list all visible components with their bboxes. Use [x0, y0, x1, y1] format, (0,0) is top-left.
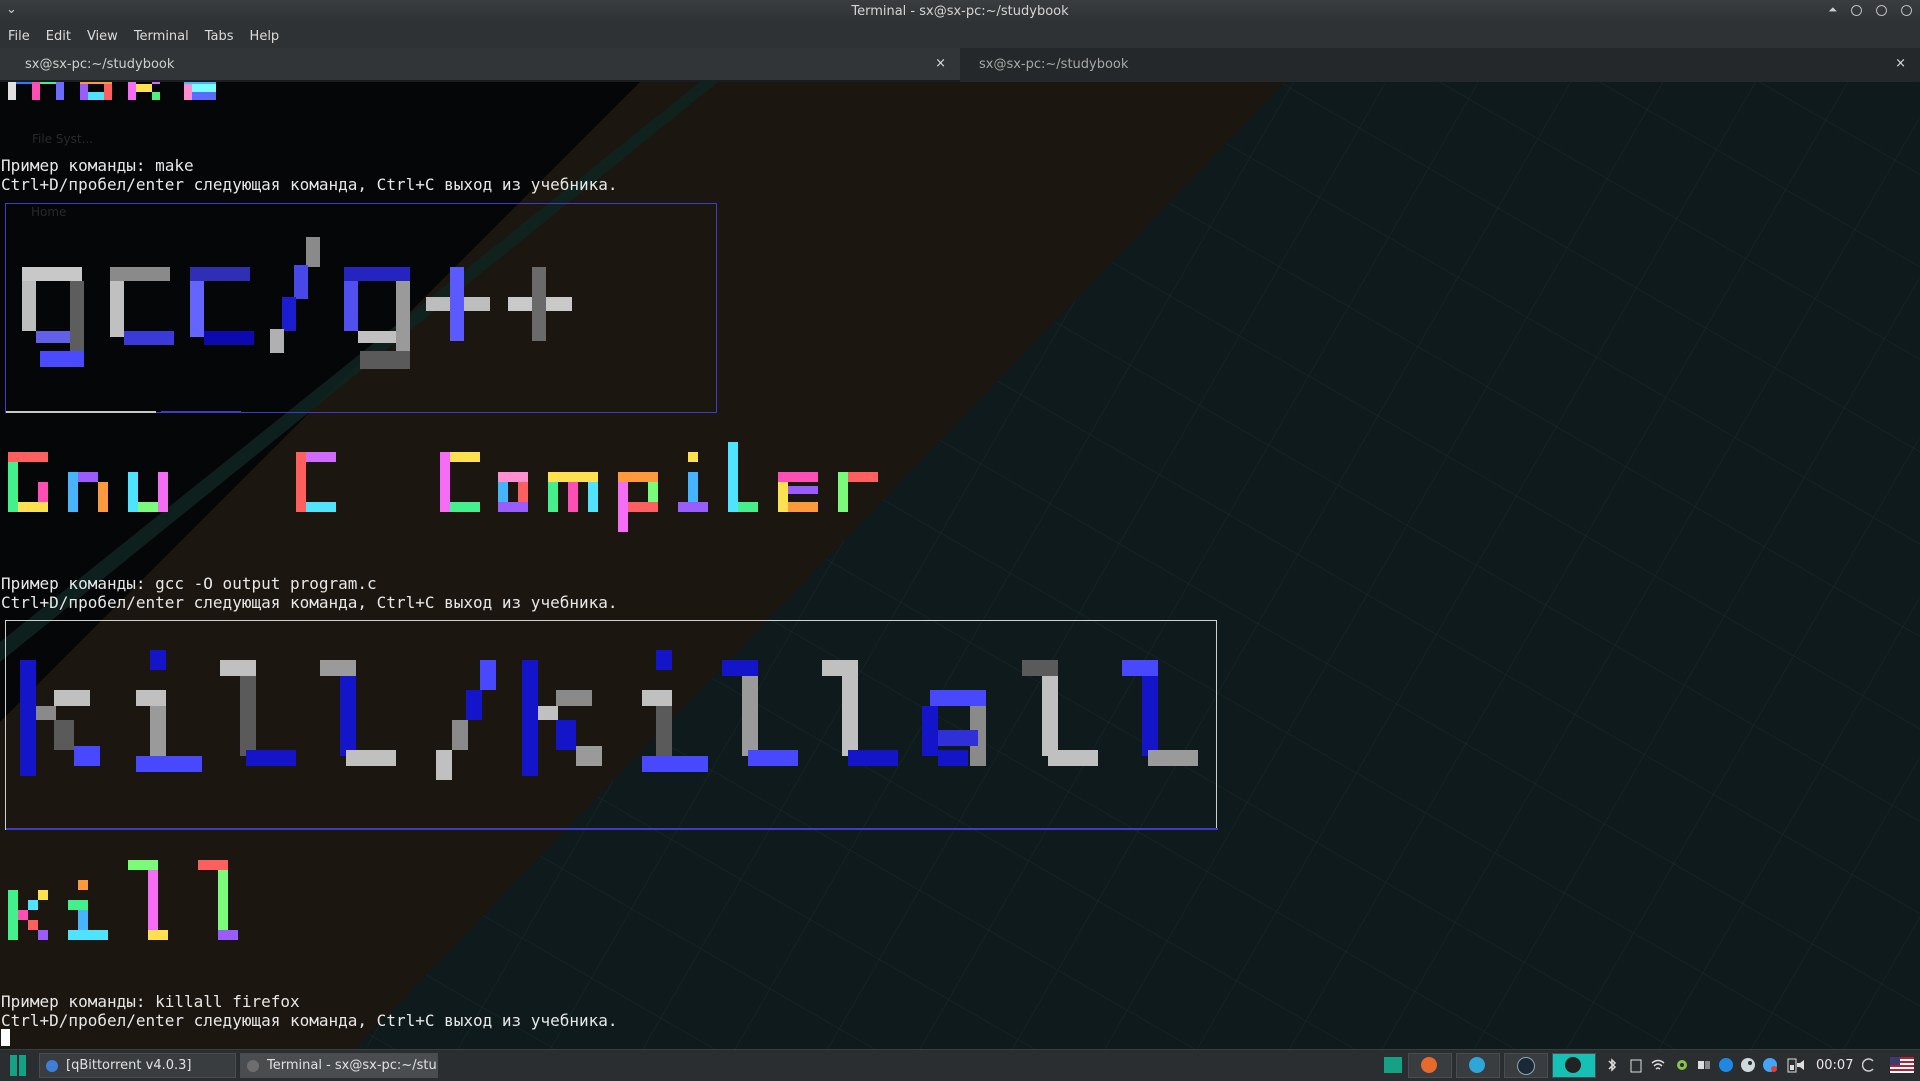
wifi-icon[interactable] — [1650, 1057, 1666, 1073]
close-window-button[interactable] — [1901, 4, 1912, 16]
menu-help[interactable]: Help — [242, 29, 288, 44]
terminal-icon — [247, 1060, 259, 1072]
start-menu-icon[interactable] — [10, 1055, 26, 1076]
banner-kill — [8, 860, 238, 940]
chat-notification-icon[interactable] — [1762, 1057, 1778, 1073]
terminal-line: Ctrl+D/пробел/enter следующая команда, C… — [1, 593, 618, 612]
tab-2-label: sx@sx-pc:~/studybook — [979, 57, 1129, 72]
menu-tabs[interactable]: Tabs — [197, 29, 242, 44]
task-qbittorrent[interactable]: [qBittorrent v4.0.3] — [39, 1053, 236, 1078]
logout-icon[interactable] — [1861, 1057, 1878, 1073]
terminal-line: Ctrl+D/пробел/enter следующая команда, C… — [1, 1011, 618, 1030]
terminal-line: Пример команды: gcc -O output program.c — [1, 574, 377, 593]
banner-kill-killall — [20, 650, 1198, 780]
terminal-icon — [1565, 1057, 1581, 1073]
workspace-icon[interactable] — [1384, 1057, 1402, 1073]
us-flag-icon[interactable] — [1890, 1057, 1914, 1073]
terminal-line: Пример команды: make — [1, 156, 194, 175]
task-terminal[interactable]: Terminal - sx@sx-pc:~/stud... — [240, 1053, 438, 1078]
tray-terminal[interactable] — [1552, 1053, 1596, 1078]
firefox-icon — [1421, 1057, 1437, 1073]
terminal-line: Пример команды: killall firefox — [1, 992, 300, 1011]
settings-gear-icon[interactable] — [1674, 1057, 1690, 1073]
tray-steam[interactable] — [1504, 1053, 1548, 1078]
box-border-segment — [6, 411, 156, 413]
close-icon[interactable]: × — [1895, 56, 1906, 71]
tab-2[interactable]: sx@sx-pc:~/studybook × — [960, 48, 1920, 82]
menu-bar: File Edit View Terminal Tabs Help — [0, 24, 1920, 48]
bluetooth-icon[interactable] — [1604, 1057, 1620, 1073]
banner-gnu-c-compiler — [8, 442, 878, 532]
terminal-line: Ctrl+D/пробел/enter следующая команда, C… — [1, 175, 618, 194]
terminal-view[interactable]: File Syst... Home Пример команды: make C… — [0, 82, 1920, 1049]
clipboard-icon[interactable] — [1628, 1057, 1644, 1073]
tray-firefox[interactable] — [1408, 1053, 1452, 1078]
tab-bar: sx@sx-pc:~/studybook × sx@sx-pc:~/studyb… — [0, 48, 1920, 82]
ghost-file-system-label: File Syst... — [32, 132, 94, 146]
steam-icon — [1517, 1057, 1535, 1075]
menu-terminal[interactable]: Terminal — [126, 29, 197, 44]
tab-1[interactable]: sx@sx-pc:~/studybook × — [0, 48, 960, 82]
terminal-cursor — [1, 1029, 10, 1046]
telegram-icon — [1469, 1057, 1485, 1073]
volume-icon[interactable] — [1795, 1057, 1811, 1073]
steam-tray-icon[interactable] — [1740, 1057, 1756, 1073]
qbittorrent-icon — [46, 1060, 58, 1072]
window-title: Terminal - sx@sx-pc:~/studybook — [851, 4, 1069, 19]
banner-gcc — [22, 237, 572, 369]
keep-above-icon[interactable]: ⏶ — [1828, 3, 1837, 17]
close-icon[interactable]: × — [935, 56, 946, 71]
maximize-button[interactable] — [1876, 4, 1887, 16]
box-border-segment — [6, 828, 1218, 830]
banner-make — [8, 82, 216, 100]
task-terminal-label: Terminal - sx@sx-pc:~/stud... — [267, 1058, 437, 1073]
menu-edit[interactable]: Edit — [38, 29, 79, 44]
network-icon[interactable] — [1696, 1057, 1712, 1073]
tab-1-label: sx@sx-pc:~/studybook — [25, 57, 175, 72]
menu-view[interactable]: View — [79, 29, 126, 44]
task-qbittorrent-label: [qBittorrent v4.0.3] — [66, 1058, 192, 1073]
box-border-segment — [161, 411, 241, 413]
tray-telegram[interactable] — [1456, 1053, 1500, 1078]
minimize-button[interactable] — [1851, 4, 1862, 16]
dropbox-icon[interactable] — [1718, 1057, 1734, 1073]
clock[interactable]: 00:07 — [1816, 1058, 1853, 1073]
taskbar: [qBittorrent v4.0.3] Terminal - sx@sx-pc… — [0, 1049, 1920, 1081]
menu-file[interactable]: File — [0, 29, 38, 44]
window-titlebar: ⌄ Terminal - sx@sx-pc:~/studybook ⏶ — [0, 0, 1920, 24]
